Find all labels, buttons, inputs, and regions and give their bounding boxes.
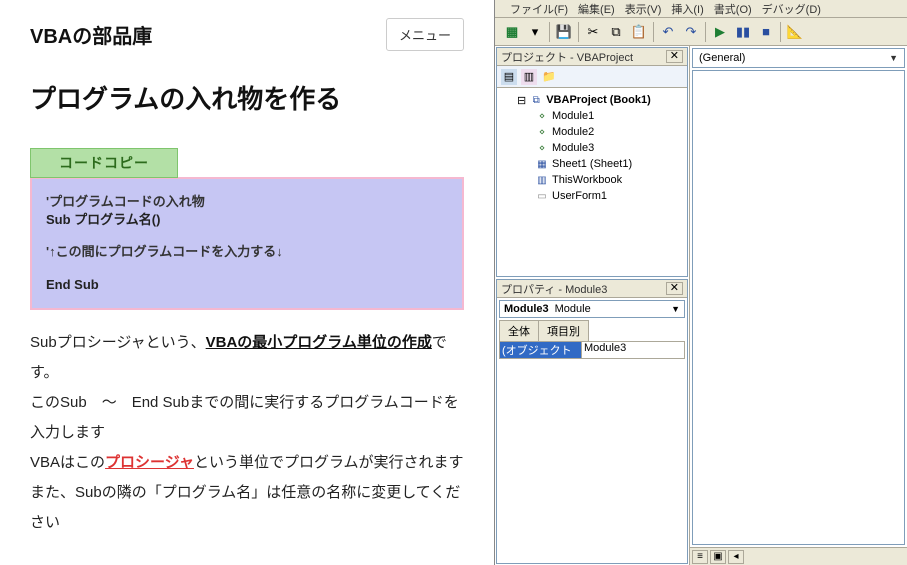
site-title: VBAの部品庫 [30,20,152,49]
properties-panel: プロパティ - Module3 ✕ Module3 Module ▼ 全体 項目… [496,279,688,564]
minus-icon: ⊟ [517,94,526,107]
tab-categorized[interactable]: 項目別 [538,320,589,341]
module-icon: ⋄ [535,141,549,155]
menu-file[interactable]: ファイル(F) [510,1,568,17]
text: という単位でプログラムが実行されます [194,454,464,471]
property-name: (オブジェクト名) [500,342,582,358]
tree-label: Module3 [552,142,594,154]
menu-format[interactable]: 書式(O) [714,1,752,17]
userform-icon: ▭ [535,189,549,203]
toggle-folders-icon[interactable]: 📁 [541,69,557,85]
tree-item-userform[interactable]: ▭UserForm1 [501,188,683,204]
article-body: Subプロシージャという、VBAの最小プログラム単位の作成です。 このSub ～… [30,328,464,538]
page-title: プログラムの入れ物を作る [30,79,464,116]
code-line: '↑この間にプログラムコードを入力する↓ [46,243,448,261]
text: このSub ～ End Subまでの間に実行するプログラムコードを入力します [30,388,464,448]
close-icon[interactable]: ✕ [666,282,683,295]
workbook-icon: ▥ [535,173,549,187]
menu-view[interactable]: 表示(V) [625,1,662,17]
code-pane: (General) ▼ ≡ ▣ ◂ [690,46,907,565]
property-obj-type: Module [553,303,591,315]
vbaproject-icon: ⧉ [529,93,543,107]
cut-icon[interactable]: ✂ [584,23,602,41]
chevron-down-icon: ▼ [671,304,684,314]
tree-item-sheet[interactable]: ▦Sheet1 (Sheet1) [501,156,683,172]
property-value[interactable]: Module3 [582,342,684,358]
copy-icon[interactable]: ⧉ [607,23,625,41]
stop-icon[interactable]: ■ [757,23,775,41]
menu-button[interactable]: メニュー [386,18,464,51]
excel-icon[interactable]: ▦ [503,23,521,41]
view-object-icon[interactable]: ▥ [521,69,537,85]
view-code-icon[interactable]: ▤ [501,69,517,85]
code-copy-button[interactable]: コードコピー [30,148,178,178]
project-tree: ⊟ ⧉ VBAProject (Book1) ⋄Module1 ⋄Module2… [497,88,687,208]
panel-title-text: プロジェクト - VBAProject [501,49,633,65]
link-vba-min-unit[interactable]: VBAの最小プログラム単位の作成 [206,334,432,351]
tree-label: UserForm1 [552,190,607,202]
text: Subプロシージャという、 [30,334,206,351]
property-row[interactable]: (オブジェクト名) Module3 [500,342,684,358]
tree-root[interactable]: ⊟ ⧉ VBAProject (Book1) [501,92,683,108]
panel-title-text: プロパティ - Module3 [501,281,607,297]
tree-label: Module2 [552,126,594,138]
procedure-view-icon[interactable]: ≡ [692,550,708,564]
scroll-left-icon[interactable]: ◂ [728,550,744,564]
tab-all[interactable]: 全体 [499,320,539,341]
project-explorer-panel: プロジェクト - VBAProject ✕ ▤ ▥ 📁 ⊟ ⧉ VBAProje… [496,47,688,277]
code-line: Sub プログラム名() [46,211,448,229]
close-icon[interactable]: ✕ [666,50,683,63]
module-icon: ⋄ [535,109,549,123]
save-icon[interactable]: 💾 [555,23,573,41]
menu-insert[interactable]: 挿入(I) [671,1,703,17]
property-object-dropdown[interactable]: Module3 Module ▼ [499,300,685,318]
sheet-icon: ▦ [535,157,549,171]
tree-item-module[interactable]: ⋄Module2 [501,124,683,140]
tree-label: VBAProject (Book1) [546,94,651,106]
code-block: 'プログラムコードの入れ物 Sub プログラム名() '↑この間にプログラムコー… [30,177,464,310]
full-view-icon[interactable]: ▣ [710,550,726,564]
pause-icon[interactable]: ▮▮ [734,23,752,41]
tree-item-module[interactable]: ⋄Module1 [501,108,683,124]
code-line: 'プログラムコードの入れ物 [46,193,448,211]
paste-icon[interactable]: 📋 [630,23,648,41]
link-procedure[interactable]: プロシージャ [105,454,194,471]
design-mode-icon[interactable]: 📐 [786,23,804,41]
menu-edit[interactable]: 編集(E) [578,1,615,17]
code-footer: ≡ ▣ ◂ [690,547,907,565]
properties-grid: (オブジェクト名) Module3 [499,341,685,359]
run-icon[interactable]: ▶ [711,23,729,41]
module-icon: ⋄ [535,125,549,139]
menu-bar: ファイル(F) 編集(E) 表示(V) 挿入(I) 書式(O) デバッグ(D) [495,0,907,18]
menu-debug[interactable]: デバッグ(D) [762,1,821,17]
article-pane: VBAの部品庫 メニュー プログラムの入れ物を作る コードコピー 'プログラムコ… [0,0,495,565]
tree-label: ThisWorkbook [552,174,622,186]
undo-icon[interactable]: ↶ [659,23,677,41]
scope-label: (General) [699,52,745,64]
tree-item-workbook[interactable]: ▥ThisWorkbook [501,172,683,188]
vbe-editor: ファイル(F) 編集(E) 表示(V) 挿入(I) 書式(O) デバッグ(D) … [495,0,907,565]
code-editor-area[interactable] [692,70,905,545]
code-line: End Sub [46,276,448,294]
toolbar: ▦ ▾ 💾 ✂ ⧉ 📋 ↶ ↷ ▶ ▮▮ ■ 📐 [495,18,907,46]
redo-icon[interactable]: ↷ [682,23,700,41]
dropdown-icon[interactable]: ▾ [526,23,544,41]
tree-label: Module1 [552,110,594,122]
scope-dropdown[interactable]: (General) ▼ [692,48,905,68]
tree-label: Sheet1 (Sheet1) [552,158,632,170]
property-obj-name: Module3 [500,303,553,315]
tree-item-module[interactable]: ⋄Module3 [501,140,683,156]
text: VBAはこの [30,454,105,471]
chevron-down-icon: ▼ [889,53,898,63]
text: また、Subの隣の「プログラム名」は任意の名称に変更してください [30,478,464,538]
